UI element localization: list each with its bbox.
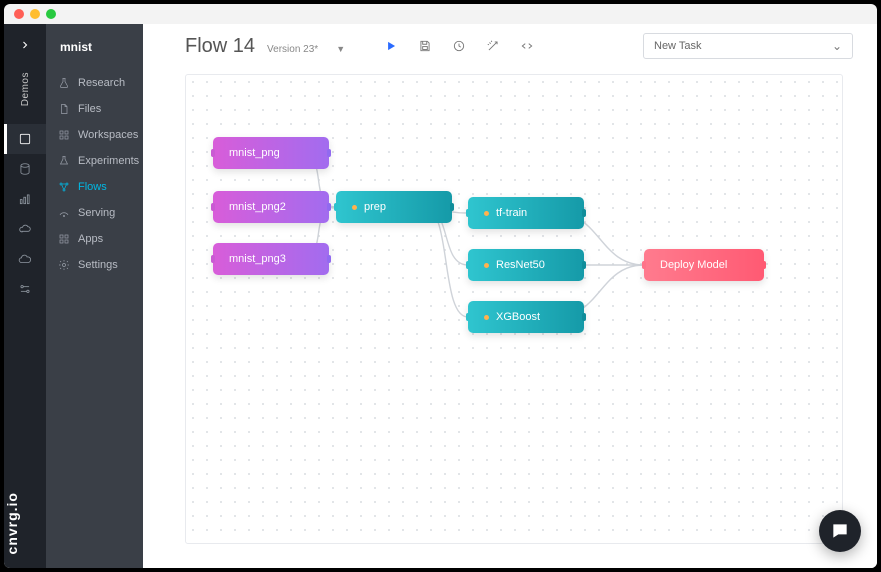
node-label: mnist_png3 bbox=[229, 253, 286, 265]
sidebar-item-apps[interactable]: Apps bbox=[46, 226, 143, 252]
new-task-select[interactable]: New Task bbox=[643, 33, 853, 59]
maximize-dot[interactable] bbox=[46, 9, 56, 19]
status-dot bbox=[484, 315, 489, 320]
flow-node-n3[interactable]: mnist_png3 bbox=[213, 243, 329, 275]
node-label: ResNet50 bbox=[496, 259, 545, 271]
port-in[interactable] bbox=[466, 209, 470, 217]
node-label: Deploy Model bbox=[660, 259, 727, 271]
rail-item-cloud[interactable] bbox=[4, 214, 46, 244]
port-in[interactable] bbox=[642, 261, 646, 269]
serve-icon bbox=[58, 207, 70, 219]
port-out[interactable] bbox=[582, 209, 586, 217]
flow-node-n5[interactable]: tf-train bbox=[468, 197, 584, 229]
port-in[interactable] bbox=[334, 203, 338, 211]
flow-canvas[interactable]: mnist_png mnist_png2 mnist_png3 prep tf-trai… bbox=[185, 74, 843, 544]
sidebar-item-research[interactable]: Research bbox=[46, 70, 143, 96]
flow-node-n2[interactable]: mnist_png2 bbox=[213, 191, 329, 223]
sidebar-item-label: Settings bbox=[78, 259, 118, 271]
nav-rail: Demos cnvrg.io bbox=[4, 24, 46, 568]
port-out[interactable] bbox=[582, 261, 586, 269]
apps-icon bbox=[58, 233, 70, 245]
port-out[interactable] bbox=[450, 203, 454, 211]
port-in[interactable] bbox=[211, 203, 215, 211]
flow-node-n6[interactable]: ResNet50 bbox=[468, 249, 584, 281]
flow-node-n8[interactable]: Deploy Model bbox=[644, 249, 764, 281]
new-task-label: New Task bbox=[654, 40, 701, 52]
sidebar-item-label: Research bbox=[78, 77, 125, 89]
status-dot bbox=[352, 205, 357, 210]
project-sidebar: mnist Research Files Workspaces Experiments… bbox=[46, 24, 143, 568]
rail-item-chart[interactable] bbox=[4, 184, 46, 214]
flow-title: Flow 14 bbox=[185, 35, 255, 58]
flow-icon bbox=[58, 181, 70, 193]
port-out[interactable] bbox=[582, 313, 586, 321]
sidebar-item-label: Apps bbox=[78, 233, 103, 245]
flow-topbar: Flow 14 Version 23* ▼ bbox=[143, 24, 877, 68]
magic-icon[interactable] bbox=[481, 34, 505, 58]
flow-node-n1[interactable]: mnist_png bbox=[213, 137, 329, 169]
version-dropdown[interactable]: ▼ bbox=[336, 44, 345, 54]
code-icon[interactable] bbox=[515, 34, 539, 58]
node-label: prep bbox=[364, 201, 386, 213]
port-in[interactable] bbox=[466, 261, 470, 269]
status-dot bbox=[484, 211, 489, 216]
close-dot[interactable] bbox=[14, 9, 24, 19]
rail-item-deploy[interactable] bbox=[4, 244, 46, 274]
port-out[interactable] bbox=[762, 261, 766, 269]
beaker-icon bbox=[58, 77, 70, 89]
port-in[interactable] bbox=[211, 149, 215, 157]
sidebar-item-label: Flows bbox=[78, 181, 107, 193]
grid-icon bbox=[58, 129, 70, 141]
status-dot bbox=[484, 263, 489, 268]
node-label: XGBoost bbox=[496, 311, 540, 323]
collapse-icon[interactable] bbox=[19, 38, 31, 54]
sidebar-item-label: Experiments bbox=[78, 155, 139, 167]
port-in[interactable] bbox=[211, 255, 215, 263]
save-icon[interactable] bbox=[413, 34, 437, 58]
rail-item-home[interactable] bbox=[4, 124, 46, 154]
project-name: mnist bbox=[46, 40, 143, 70]
sidebar-item-files[interactable]: Files bbox=[46, 96, 143, 122]
rail-item-db[interactable] bbox=[4, 154, 46, 184]
flask-icon bbox=[58, 155, 70, 167]
port-in[interactable] bbox=[466, 313, 470, 321]
run-icon[interactable] bbox=[379, 34, 403, 58]
node-label: tf-train bbox=[496, 207, 527, 219]
port-out[interactable] bbox=[327, 149, 331, 157]
sidebar-item-flows[interactable]: Flows bbox=[46, 174, 143, 200]
gear-icon bbox=[58, 259, 70, 271]
node-label: mnist_png2 bbox=[229, 201, 286, 213]
minimize-dot[interactable] bbox=[30, 9, 40, 19]
sidebar-item-label: Workspaces bbox=[78, 129, 138, 141]
sidebar-item-experiments[interactable]: Experiments bbox=[46, 148, 143, 174]
file-icon bbox=[58, 103, 70, 115]
flow-node-n7[interactable]: XGBoost bbox=[468, 301, 584, 333]
rail-item-settings[interactable] bbox=[4, 274, 46, 304]
sidebar-item-settings[interactable]: Settings bbox=[46, 252, 143, 278]
flow-version: Version 23* bbox=[267, 44, 318, 55]
flow-node-n4[interactable]: prep bbox=[336, 191, 452, 223]
sidebar-item-workspaces[interactable]: Workspaces bbox=[46, 122, 143, 148]
sidebar-item-label: Serving bbox=[78, 207, 115, 219]
sidebar-item-label: Files bbox=[78, 103, 101, 115]
node-label: mnist_png bbox=[229, 147, 280, 159]
port-out[interactable] bbox=[327, 255, 331, 263]
port-out[interactable] bbox=[327, 203, 331, 211]
rail-title: Demos bbox=[20, 72, 31, 106]
brand-logo: cnvrg.io bbox=[4, 492, 46, 554]
chat-icon[interactable] bbox=[819, 510, 861, 552]
history-icon[interactable] bbox=[447, 34, 471, 58]
window-chrome bbox=[4, 4, 877, 24]
sidebar-item-serving[interactable]: Serving bbox=[46, 200, 143, 226]
